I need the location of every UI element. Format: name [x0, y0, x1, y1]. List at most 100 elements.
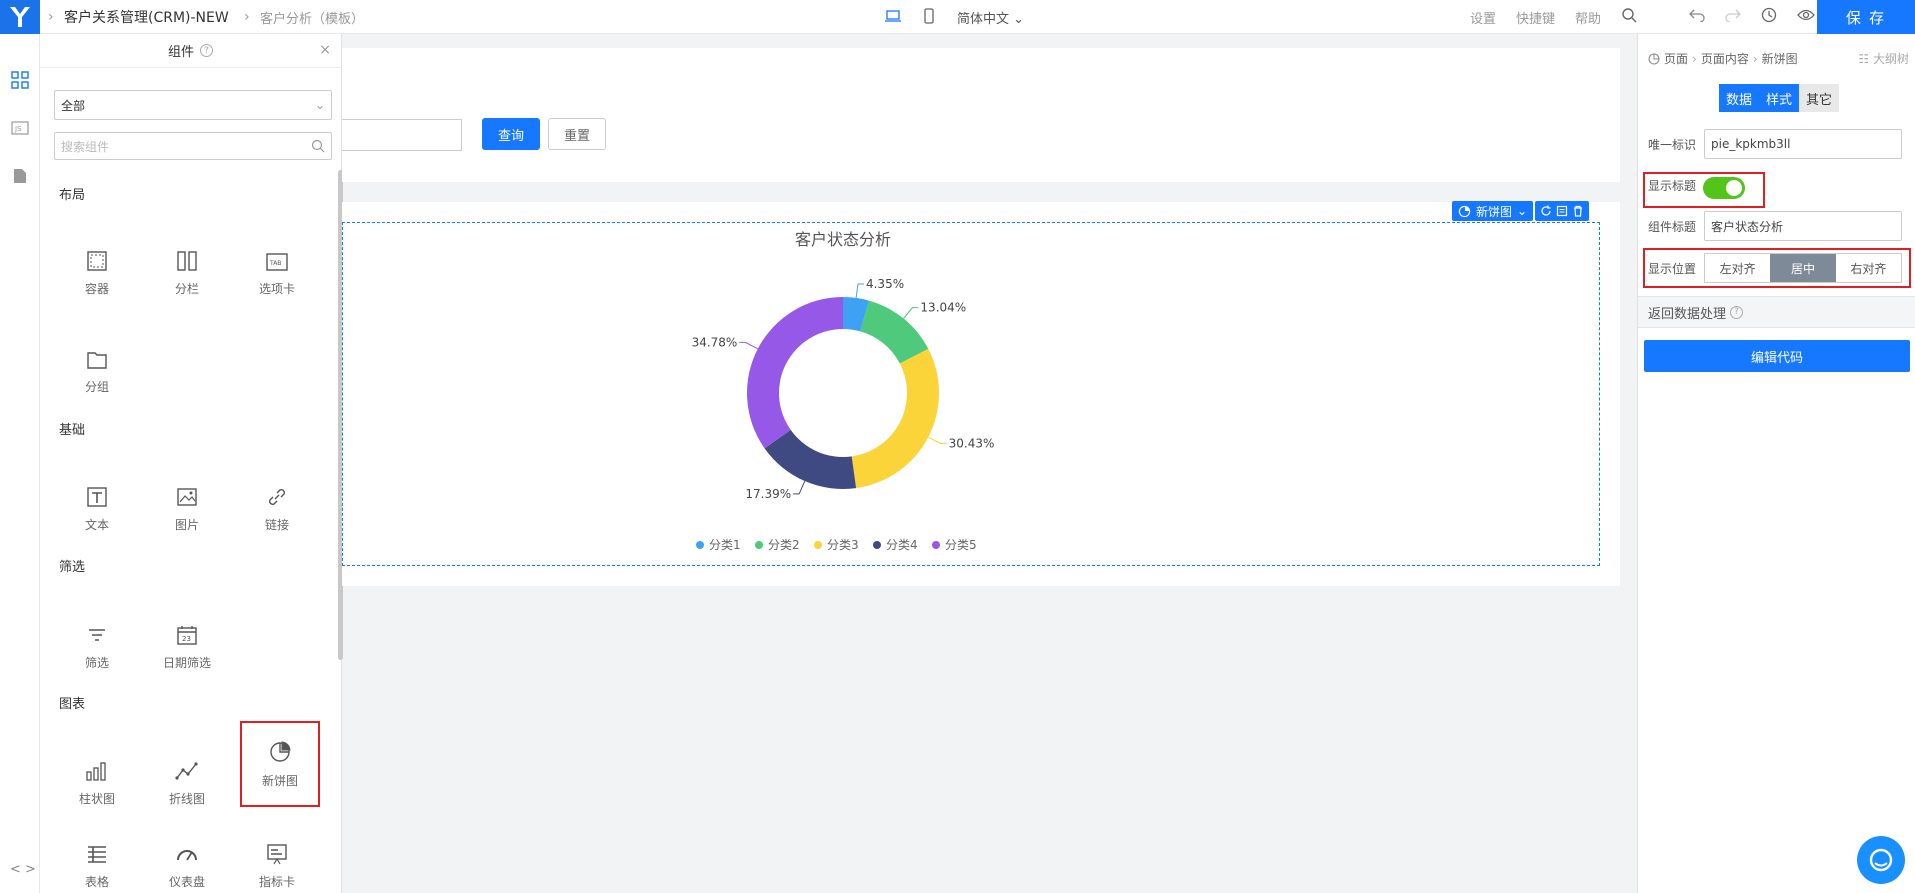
component-text[interactable]: 文本 [62, 474, 132, 544]
text-icon [87, 486, 107, 507]
component-filter[interactable]: 筛选 [62, 612, 132, 682]
undo-icon[interactable] [1689, 8, 1705, 26]
component-title-input[interactable]: 客户状态分析 [1704, 211, 1902, 241]
edit-code-button[interactable]: 编辑代码 [1644, 340, 1910, 372]
tab-style[interactable]: 样式 [1759, 84, 1799, 112]
language-select[interactable]: 简体中文 ⌄ [957, 8, 1024, 27]
component-label: 新饼图 [261, 773, 298, 788]
headset-icon [1869, 848, 1893, 872]
help-icon[interactable]: ? [200, 44, 213, 57]
components-grid-icon[interactable] [10, 70, 30, 90]
container-icon [87, 250, 107, 271]
menu-settings[interactable]: 设置 [1470, 8, 1496, 27]
panel-title: 组件 [167, 45, 194, 60]
position-right[interactable]: 右对齐 [1835, 254, 1901, 282]
app-logo[interactable] [0, 0, 40, 34]
legend-marker[interactable] [932, 541, 940, 549]
mobile-view-icon[interactable] [923, 7, 935, 27]
component-bar-chart[interactable]: 柱状图 [62, 748, 132, 818]
component-indicator-card[interactable]: 指标卡 [242, 831, 312, 893]
component-line-chart[interactable]: 折线图 [152, 748, 222, 818]
label-leader-line [793, 480, 806, 495]
desktop-view-icon[interactable] [885, 9, 901, 26]
pie-slice[interactable] [860, 300, 929, 364]
history-icon[interactable] [1761, 7, 1777, 27]
table-icon [88, 845, 106, 863]
outline-tree-icon: ☷ [1858, 52, 1870, 66]
component-gauge[interactable]: 仪表盘 [152, 831, 222, 893]
component-columns[interactable]: 分栏 [152, 238, 222, 308]
component-title-value: 客户状态分析 [1711, 219, 1784, 234]
bar-chart-icon [86, 761, 106, 781]
component-label: 分组 [84, 379, 109, 394]
legend-marker[interactable] [814, 541, 822, 549]
component-filter-select[interactable]: 全部 ⌄ [54, 90, 332, 120]
component-link[interactable]: 链接 [242, 474, 312, 544]
pie-slice[interactable] [764, 429, 857, 489]
tab-data[interactable]: 数据 [1719, 84, 1759, 112]
code-view-toggle-icon[interactable]: < > [10, 862, 36, 877]
menu-help[interactable]: 帮助 [1575, 8, 1601, 27]
chart-title: 客户状态分析 [795, 230, 891, 249]
legend-label[interactable]: 分类5 [945, 538, 977, 552]
search-icon[interactable] [1621, 7, 1637, 27]
save-button[interactable]: 保 存 [1817, 0, 1915, 34]
legend-marker[interactable] [873, 541, 881, 549]
delete-icon[interactable] [1572, 205, 1584, 217]
component-image[interactable]: 图片 [152, 474, 222, 544]
reset-button[interactable]: 重置 [548, 118, 606, 150]
legend-label[interactable]: 分类3 [827, 538, 859, 552]
props-crumb-content[interactable]: 页面内容 [1701, 50, 1749, 67]
component-label: 折线图 [168, 791, 205, 806]
help-icon[interactable]: ? [1730, 305, 1744, 319]
refresh-icon[interactable] [1540, 205, 1552, 217]
id-value: pie_kpkmb3ll [1711, 137, 1791, 151]
component-label: 表格 [84, 874, 109, 889]
preview-eye-icon[interactable] [1797, 9, 1815, 25]
copy-icon[interactable] [1556, 205, 1568, 217]
component-container[interactable]: 容器 [62, 238, 132, 308]
pie-chart-icon [270, 741, 291, 762]
component-type-dropdown[interactable]: 新饼图 ⌄ [1452, 201, 1534, 221]
breadcrumb-app[interactable]: 客户关系管理(CRM)-NEW [64, 7, 229, 27]
legend-label[interactable]: 分类1 [709, 538, 741, 552]
data-processing-label: 返回数据处理 [1648, 306, 1727, 322]
legend-marker[interactable] [696, 541, 704, 549]
component-date-filter[interactable]: 23 日期筛选 [152, 612, 222, 682]
show-title-toggle[interactable] [1703, 177, 1745, 199]
component-pie-chart[interactable]: 新饼图 [240, 721, 320, 807]
redo-icon[interactable] [1725, 8, 1741, 26]
pie-slice[interactable] [851, 348, 939, 489]
component-label: 日期筛选 [162, 655, 211, 670]
js-code-icon[interactable]: JS [10, 118, 30, 138]
component-tabs[interactable]: TAB 选项卡 [242, 238, 312, 308]
component-group[interactable]: 分组 [62, 336, 132, 406]
selected-chart-frame[interactable]: 客户状态分析 4.35% 13.04% 30.43% 17.39% 34.78% 分类1… [342, 222, 1600, 566]
legend-label[interactable]: 分类2 [768, 538, 800, 552]
data-processing-section[interactable]: 返回数据处理 ? [1638, 296, 1915, 328]
breadcrumb-page[interactable]: 客户分析（模板） [260, 8, 364, 27]
group-icon [87, 351, 107, 369]
panel-header: 组件 ? × [40, 34, 341, 68]
close-icon[interactable]: × [319, 42, 331, 58]
legend-label[interactable]: 分类4 [886, 538, 918, 552]
position-center[interactable]: 居中 [1770, 254, 1836, 282]
component-toolbar: 新饼图 ⌄ [1452, 201, 1590, 221]
tab-other[interactable]: 其它 [1799, 84, 1839, 112]
chevron-right-icon: › [1692, 51, 1697, 66]
menu-shortcuts[interactable]: 快捷键 [1516, 8, 1555, 27]
component-search-input[interactable]: 搜索组件 [54, 132, 332, 160]
query-button[interactable]: 查询 [482, 118, 540, 150]
id-input[interactable]: pie_kpkmb3ll [1704, 129, 1902, 159]
filter-input[interactable] [342, 119, 462, 151]
component-table[interactable]: 表格 [62, 831, 132, 893]
legend-marker[interactable] [755, 541, 763, 549]
pie-slice[interactable] [747, 297, 843, 449]
tabs-icon: TAB [266, 252, 288, 271]
position-left[interactable]: 左对齐 [1705, 254, 1771, 282]
document-icon[interactable] [10, 166, 30, 186]
outline-tree-toggle[interactable]: ☷ 大纲树 [1858, 50, 1909, 67]
customer-service-button[interactable] [1857, 836, 1905, 884]
props-crumb-component[interactable]: 新饼图 [1762, 50, 1798, 67]
props-crumb-page[interactable]: 页面 [1664, 50, 1688, 67]
